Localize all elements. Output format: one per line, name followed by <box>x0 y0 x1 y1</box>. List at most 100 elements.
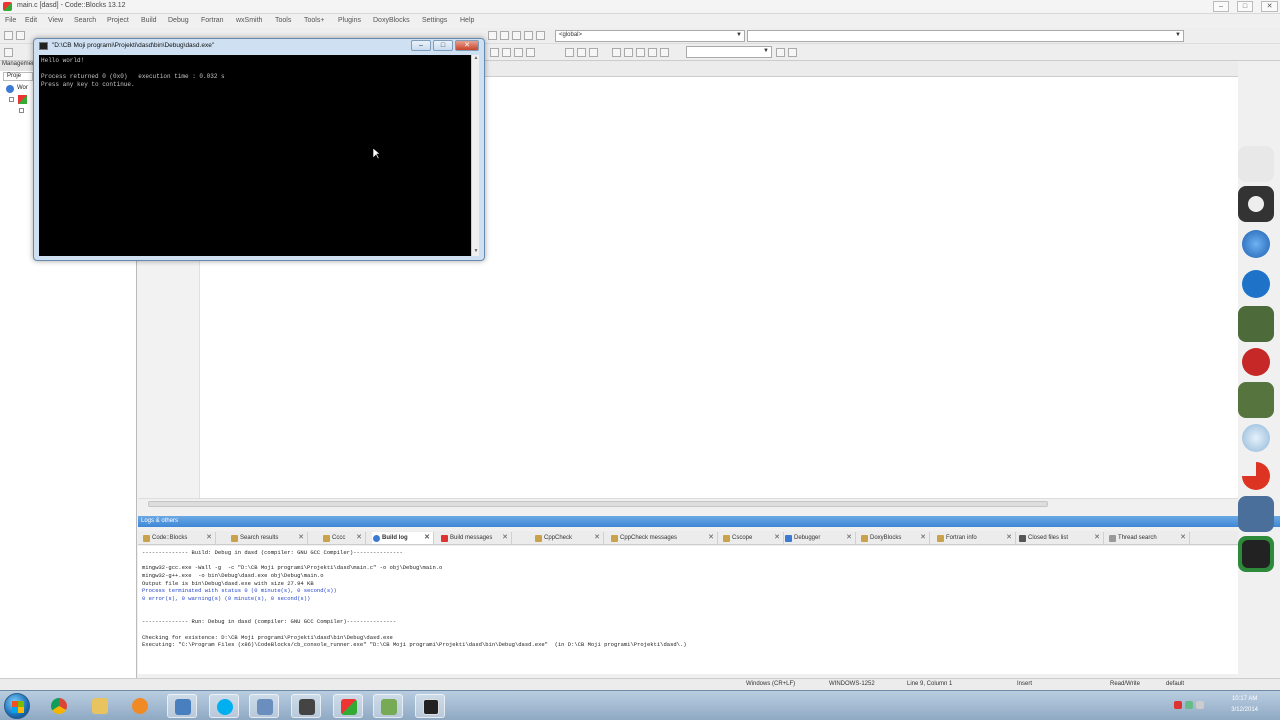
project-icon[interactable] <box>18 95 27 104</box>
start-button[interactable] <box>4 693 30 719</box>
menu-tools[interactable]: Tools <box>275 17 291 24</box>
settings-icon[interactable] <box>1238 186 1274 222</box>
close-icon[interactable]: ✕ <box>206 532 212 544</box>
close-icon[interactable]: ✕ <box>424 532 430 544</box>
menu-file[interactable]: File <box>5 17 16 24</box>
console-close-button[interactable]: ✕ <box>455 40 479 51</box>
globe-icon[interactable] <box>1238 420 1274 456</box>
tree-workspace-label[interactable]: Wor <box>17 85 28 91</box>
menu-wxsmith[interactable]: wxSmith <box>236 17 262 24</box>
find-next-icon[interactable] <box>624 48 633 57</box>
close-window-button[interactable]: ✕ <box>1261 1 1278 12</box>
editor-horizontal-scrollbar[interactable] <box>138 498 1238 509</box>
lightning-icon[interactable] <box>1238 226 1274 262</box>
menu-project[interactable]: Project <box>107 17 129 24</box>
tree-expander-icon[interactable] <box>9 97 14 102</box>
search-combo[interactable]: ▼ <box>686 46 772 58</box>
close-icon[interactable]: ✕ <box>1006 532 1012 544</box>
ccleaner-icon[interactable] <box>1238 458 1274 494</box>
volume-icon[interactable] <box>1196 701 1204 709</box>
monitor-icon[interactable] <box>1238 496 1274 532</box>
menu-debug[interactable]: Debug <box>168 17 189 24</box>
build-icon[interactable] <box>4 48 13 57</box>
taskbar-codeblocks[interactable] <box>333 694 363 718</box>
menu-help[interactable]: Help <box>460 17 474 24</box>
menu-doxyblocks[interactable]: DoxyBlocks <box>373 17 410 24</box>
close-icon[interactable]: ✕ <box>298 532 304 544</box>
tab-projects[interactable]: Proje <box>3 72 33 81</box>
menu-tools-plus[interactable]: Tools+ <box>304 17 324 24</box>
network-icon[interactable] <box>1238 266 1274 302</box>
bookmark-icon[interactable] <box>512 31 521 40</box>
console-minimize-button[interactable]: – <box>411 40 431 51</box>
match-case-icon[interactable] <box>488 31 497 40</box>
scroll-down-icon[interactable]: ▼ <box>472 248 480 256</box>
close-icon[interactable]: ✕ <box>1180 532 1186 544</box>
build-log-output[interactable]: -------------- Build: Debug in dasd (com… <box>138 546 1238 674</box>
scope-combo[interactable]: <global> ▼ <box>555 30 745 42</box>
minimize-button[interactable]: – <box>1213 1 1229 12</box>
network-icon[interactable] <box>1185 701 1193 709</box>
replace-icon[interactable] <box>648 48 657 57</box>
tab-debugger[interactable]: Debugger ✕ <box>784 532 856 544</box>
tab-build-messages[interactable]: Build messages ✕ <box>440 532 512 544</box>
menu-fortran[interactable]: Fortran <box>201 17 224 24</box>
close-icon[interactable]: ✕ <box>594 532 600 544</box>
tab-thread-search[interactable]: Thread search ✕ <box>1108 532 1190 544</box>
new-file-icon[interactable] <box>4 31 13 40</box>
find-prev-icon[interactable] <box>636 48 645 57</box>
menu-build[interactable]: Build <box>141 17 157 24</box>
tree-expander-icon[interactable] <box>19 108 24 113</box>
close-icon[interactable]: ✕ <box>356 532 362 544</box>
script-icon[interactable] <box>1238 382 1274 418</box>
function-combo[interactable]: ▼ <box>747 30 1184 42</box>
find-icon[interactable] <box>612 48 621 57</box>
printer-icon[interactable] <box>1238 146 1274 182</box>
bookmark-prev-icon[interactable] <box>536 31 545 40</box>
close-icon[interactable]: ✕ <box>774 532 780 544</box>
scroll-up-icon[interactable]: ▲ <box>472 55 480 63</box>
tab-cppcheck[interactable]: CppCheck ✕ <box>534 532 604 544</box>
close-icon[interactable]: ✕ <box>1094 532 1100 544</box>
menu-search[interactable]: Search <box>74 17 96 24</box>
tab-cccc[interactable]: Cccc ✕ <box>322 532 366 544</box>
comment-icon[interactable] <box>490 48 499 57</box>
tab-cppcheck-messages[interactable]: CppCheck messages ✕ <box>610 532 718 544</box>
console-scrollbar[interactable]: ▲ ▼ <box>471 55 479 256</box>
console-maximize-button[interactable]: □ <box>433 40 453 51</box>
menu-plugins[interactable]: Plugins <box>338 17 361 24</box>
close-icon[interactable]: ✕ <box>846 532 852 544</box>
zoom-reset-icon[interactable] <box>589 48 598 57</box>
console-screen[interactable]: Hello world! Process returned 0 (0x0) ex… <box>39 55 471 256</box>
taskbar-cmd[interactable] <box>291 694 321 718</box>
menu-settings[interactable]: Settings <box>422 17 447 24</box>
tab-search-results[interactable]: Search results ✕ <box>230 532 308 544</box>
taskbar-notes[interactable] <box>373 694 403 718</box>
taskbar-console[interactable] <box>415 694 445 718</box>
tray-clock[interactable]: 10:17 AM 3/12/2014 <box>1231 694 1258 716</box>
tab-doxyblocks[interactable]: DoxyBlocks ✕ <box>860 532 930 544</box>
android-icon[interactable] <box>1238 536 1274 572</box>
regex-icon[interactable] <box>500 31 509 40</box>
zoom-in-icon[interactable] <box>565 48 574 57</box>
console-window[interactable]: "D:\CB Moji programi\Projekti\dasd\bin\D… <box>33 38 485 261</box>
indent-icon[interactable] <box>514 48 523 57</box>
taskbar-remote[interactable] <box>167 694 197 718</box>
tab-codeblocks[interactable]: Code::Blocks ✕ <box>142 532 216 544</box>
close-icon[interactable]: ✕ <box>502 532 508 544</box>
maximize-button[interactable]: □ <box>1237 1 1253 12</box>
flag-icon[interactable] <box>1174 701 1182 709</box>
taskbar-media-player[interactable] <box>125 694 155 718</box>
scrollbar-thumb[interactable] <box>148 501 1048 507</box>
taskbar-explorer[interactable] <box>85 694 115 718</box>
menu-view[interactable]: View <box>48 17 63 24</box>
close-icon[interactable]: ✕ <box>708 532 714 544</box>
open-file-icon[interactable] <box>16 31 25 40</box>
tab-build-log[interactable]: Build log ✕ <box>372 532 434 544</box>
taskbar-chrome[interactable] <box>44 694 74 718</box>
taskbar-skype[interactable] <box>209 694 239 718</box>
tab-cscope[interactable]: Cscope ✕ <box>722 532 784 544</box>
menu-edit[interactable]: Edit <box>25 17 37 24</box>
lock-icon[interactable] <box>1238 344 1274 380</box>
terminal-icon[interactable] <box>1238 306 1274 342</box>
